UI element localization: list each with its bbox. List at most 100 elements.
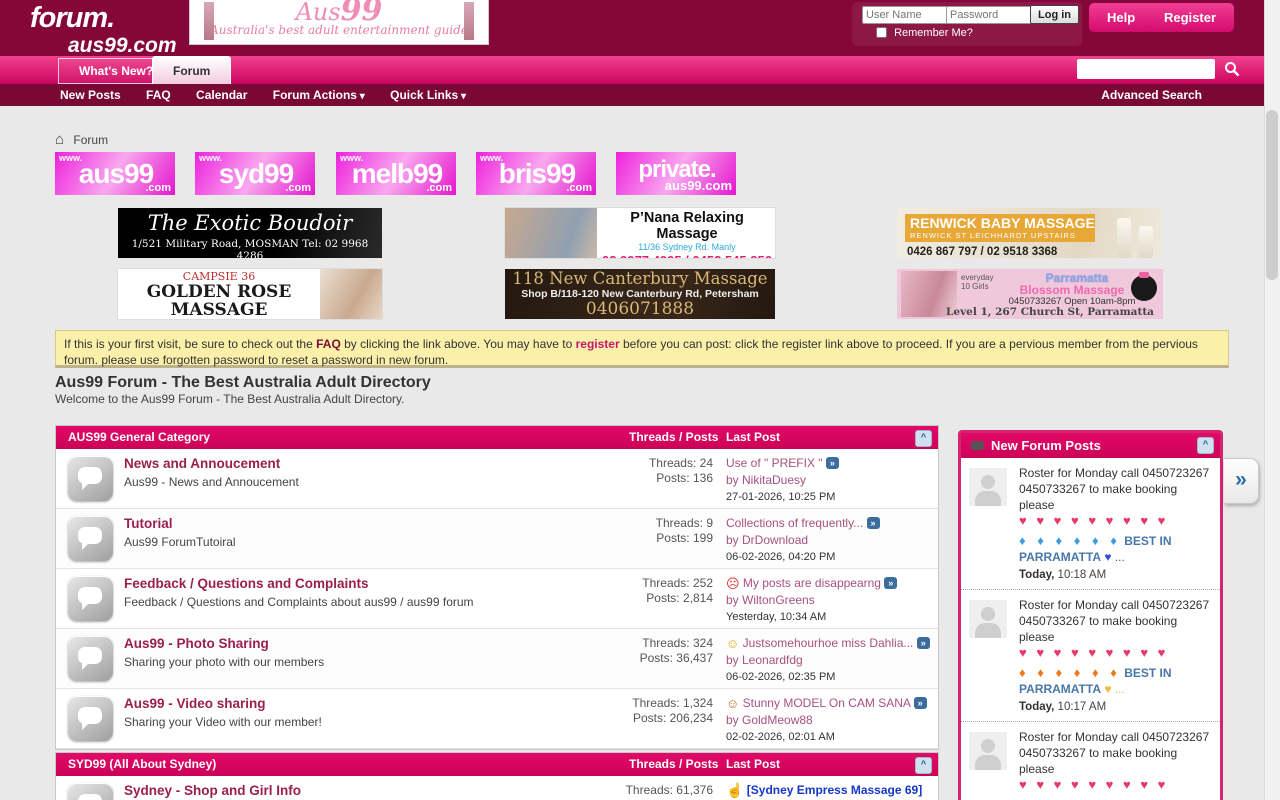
- header-banner-ad[interactable]: Aus99 Australia's best adult entertainme…: [190, 0, 488, 44]
- banner-subtitle: Australia's best adult entertainment gui…: [190, 23, 488, 37]
- sidebar-expand-button[interactable]: »: [1224, 458, 1259, 504]
- last-post-author[interactable]: by DrDownload: [726, 533, 808, 547]
- ad-title: The Exotic Boudoir: [118, 208, 382, 238]
- speech-bubble-icon: [78, 647, 102, 664]
- goto-last-post-icon[interactable]: »: [867, 517, 880, 529]
- login-button[interactable]: Log in: [1030, 5, 1079, 24]
- tab-forum[interactable]: Forum: [152, 56, 231, 85]
- site-logo[interactable]: forum. aus99.com: [30, 4, 177, 56]
- collapse-button[interactable]: ^: [1197, 437, 1214, 454]
- last-post-title[interactable]: Use of " PREFIX ": [726, 456, 823, 470]
- last-post-author[interactable]: by NikitaDuesy: [726, 473, 806, 487]
- scrollbar-thumb[interactable]: [1266, 110, 1278, 280]
- banner-aus99[interactable]: www. aus99 .com: [55, 152, 175, 195]
- posts-count: Posts: 206,234: [556, 711, 713, 726]
- nav-calendar[interactable]: Calendar: [196, 88, 247, 102]
- notice-register-link[interactable]: register: [576, 337, 620, 351]
- ad-phone: 0426 867 797 / 02 9518 3368: [907, 246, 1057, 258]
- banner-melb99[interactable]: www. melb99 .com: [336, 152, 456, 195]
- last-post-author[interactable]: by GoldMeow88: [726, 713, 813, 727]
- forum-row-photo-sharing: Aus99 - Photo Sharing Sharing your photo…: [56, 629, 938, 689]
- threads-count: Threads: 252: [556, 576, 713, 591]
- page-title: Aus99 Forum - The Best Australia Adult D…: [55, 374, 431, 392]
- home-icon[interactable]: ⌂: [55, 131, 64, 148]
- speech-bubble-icon: [971, 441, 984, 450]
- forum-link[interactable]: Tutorial: [124, 516, 173, 531]
- page-subtitle: Welcome to the Aus99 Forum - The Best Au…: [55, 392, 405, 406]
- collapse-button[interactable]: ^: [915, 757, 932, 774]
- banner-com: .com: [145, 182, 171, 194]
- blossom-logo: [1131, 275, 1157, 301]
- password-input[interactable]: [946, 6, 1032, 24]
- banner-bris99[interactable]: www. bris99 .com: [476, 152, 596, 195]
- forum-stats: Threads: 1,324 Posts: 206,234: [556, 696, 713, 726]
- collapse-button[interactable]: ^: [915, 430, 932, 447]
- ad-photo: [320, 269, 382, 319]
- post-text: Roster for Monday call 0450723267 045073…: [1019, 730, 1209, 776]
- forum-link[interactable]: Aus99 - Video sharing: [124, 696, 266, 711]
- banner-syd99[interactable]: www. syd99 .com: [195, 152, 315, 195]
- last-post-title[interactable]: [Sydney Empress Massage 69]: [747, 783, 922, 797]
- banner-title: Aus99: [190, 0, 488, 23]
- username-input[interactable]: [862, 6, 948, 24]
- ad-address: 11/36 Sydney Rd. Manly: [601, 242, 773, 253]
- forum-desc: Sharing your photo with our members: [124, 655, 324, 669]
- help-button[interactable]: Help: [1089, 3, 1153, 32]
- last-post-title[interactable]: My posts are disappearng: [743, 576, 881, 590]
- ad-renwick-massage[interactable]: RENWICK BABY MASSAGE RENWICK ST LEICHHAR…: [897, 208, 1161, 258]
- last-post-title[interactable]: Collections of frequently...: [726, 516, 863, 530]
- nav-new-posts[interactable]: New Posts: [60, 88, 121, 102]
- last-post-author[interactable]: by Leonardfdg: [726, 653, 803, 667]
- top-header: forum. aus99.com Aus99 Australia's best …: [0, 0, 1280, 56]
- nav-faq[interactable]: FAQ: [146, 88, 171, 102]
- sidebar-post[interactable]: Roster for Monday call 0450723267 045073…: [961, 458, 1220, 590]
- ad-blossom-massage[interactable]: everyday10 Girls Parramatta Blossom Mass…: [897, 269, 1163, 319]
- last-post-date: Yesterday, 10:34 AM: [726, 609, 932, 626]
- goto-last-post-icon[interactable]: »: [826, 457, 839, 469]
- ad-pnana-massage[interactable]: P’Nana Relaxing Massage 11/36 Sydney Rd.…: [505, 208, 775, 258]
- forum-link[interactable]: News and Annoucement: [124, 456, 280, 471]
- forum-row-feedback: Feedback / Questions and Complaints Feed…: [56, 569, 938, 629]
- ad-golden-rose-massage[interactable]: CAMPSIE 36 GOLDEN ROSE MASSAGE 36 NORTH …: [118, 269, 382, 319]
- speech-bubble-icon: [78, 467, 102, 484]
- forum-icon: [68, 456, 113, 501]
- goto-last-post-icon[interactable]: »: [884, 577, 897, 589]
- last-post-title[interactable]: Stunny MODEL On CAM SANA: [743, 696, 911, 710]
- ad-title: P’Nana Relaxing Massage: [601, 210, 773, 242]
- register-button[interactable]: Register: [1146, 3, 1234, 32]
- category-aus99-general: AUS99 General Category Threads / Posts L…: [55, 425, 939, 750]
- speech-bubble-icon: [78, 587, 102, 604]
- ad-everyday: everyday: [961, 273, 993, 282]
- forum-link[interactable]: Aus99 - Photo Sharing: [124, 636, 269, 651]
- posts-count: Posts: 2,814: [556, 591, 713, 606]
- banner-com: .com: [285, 182, 311, 194]
- remember-me[interactable]: Remember Me?: [876, 27, 973, 39]
- forum-link[interactable]: Feedback / Questions and Complaints: [124, 576, 369, 591]
- last-post: Collections of frequently... » by DrDown…: [726, 515, 932, 566]
- nav-quick-links[interactable]: Quick Links: [390, 88, 466, 102]
- col-last-post: Last Post: [726, 426, 780, 449]
- forum-link[interactable]: Sydney - Shop and Girl Info: [124, 783, 301, 798]
- forum-desc: Sharing your Video with our member!: [124, 715, 322, 729]
- sidebar-post[interactable]: Roster for Monday call 0450723267 045073…: [961, 722, 1220, 800]
- post-date: Today, 10:18 AM: [1019, 567, 1212, 583]
- remember-me-checkbox[interactable]: [876, 27, 887, 38]
- notice-faq-link[interactable]: FAQ: [316, 337, 341, 351]
- last-post-date: 02-02-2026, 02:01 AM: [726, 729, 932, 746]
- ad-photo: [505, 208, 597, 258]
- search-button[interactable]: [1218, 59, 1240, 81]
- goto-last-post-icon[interactable]: »: [917, 637, 930, 649]
- last-post-author[interactable]: by WiltonGreens: [726, 593, 815, 607]
- ad-title: 118 New Canterbury Massage: [505, 270, 775, 288]
- goto-last-post-icon[interactable]: »: [914, 697, 927, 709]
- last-post-title[interactable]: Justsomehourhoe miss Dahlia...: [743, 636, 914, 650]
- banner-private-aus99[interactable]: private. aus99.com: [616, 152, 736, 195]
- nav-forum-actions[interactable]: Forum Actions: [273, 88, 365, 102]
- posts-count: Posts: 199: [556, 531, 713, 546]
- search-input[interactable]: [1077, 59, 1215, 79]
- ad-canterbury-massage[interactable]: 118 New Canterbury Massage Shop B/118-12…: [505, 269, 775, 319]
- advanced-search-link[interactable]: Advanced Search: [1101, 84, 1202, 106]
- ad-exotic-boudoir[interactable]: The Exotic Boudoir 1/521 Military Road, …: [118, 208, 382, 258]
- breadcrumb-forum[interactable]: Forum: [73, 133, 108, 147]
- sidebar-post[interactable]: Roster for Monday call 0450723267 045073…: [961, 590, 1220, 722]
